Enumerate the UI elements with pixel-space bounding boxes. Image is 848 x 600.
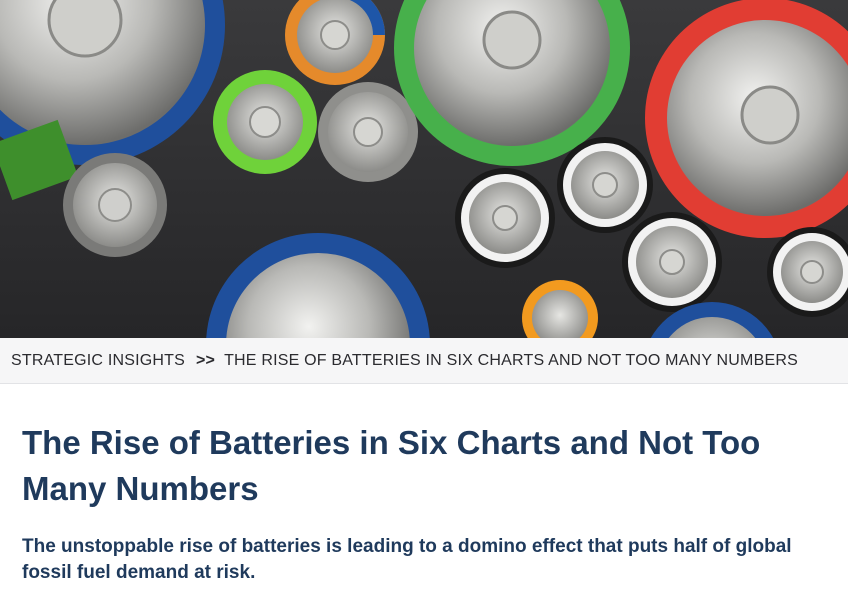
breadcrumb-current-page: THE RISE OF BATTERIES IN SIX CHARTS AND …: [224, 351, 798, 369]
hero-image: [0, 0, 848, 338]
article-subtitle: The unstoppable rise of batteries is lea…: [22, 536, 792, 583]
breadcrumb: STRATEGIC INSIGHTS >> THE RISE OF BATTER…: [0, 338, 848, 384]
article-title: The Rise of Batteries in Six Charts and …: [22, 424, 761, 507]
batteries-photo: [0, 0, 848, 338]
breadcrumb-link-section[interactable]: STRATEGIC INSIGHTS: [11, 352, 185, 370]
breadcrumb-separator-icon: >>: [195, 351, 216, 369]
